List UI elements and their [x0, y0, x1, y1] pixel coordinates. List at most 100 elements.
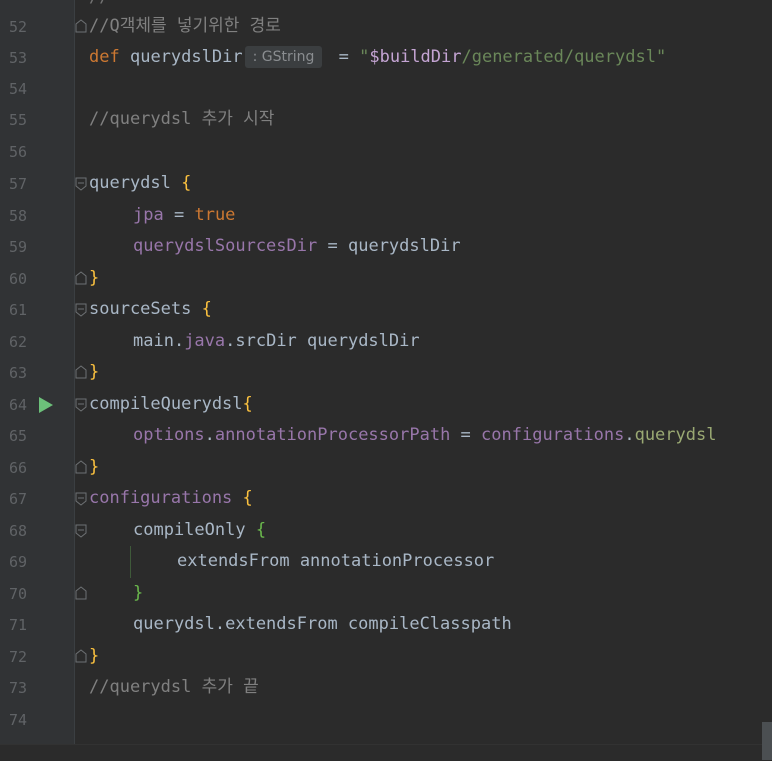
- line-number: 66: [8, 459, 27, 477]
- identifier: querydslDir: [129, 47, 243, 67]
- code-comment: //Q객체를 넣기위한 경로: [89, 16, 281, 36]
- dot: .: [624, 425, 635, 445]
- code-line-64[interactable]: 64 compileQuerydsl{: [0, 389, 772, 420]
- dot: .: [204, 425, 215, 445]
- keyword-true: true: [194, 205, 236, 225]
- property: configurations: [89, 488, 233, 508]
- identifier: sourceSets: [89, 299, 192, 319]
- line-number: 57: [8, 175, 27, 193]
- brace-close: }: [89, 646, 100, 666]
- line-number: 54: [8, 80, 27, 98]
- brace-open: {: [201, 299, 212, 319]
- code-line-71[interactable]: 71 querydsl.extendsFrom compileClasspath: [0, 609, 772, 640]
- string-variable: $buildDir: [369, 47, 462, 67]
- brace-close: }: [89, 362, 100, 382]
- code-line-68[interactable]: 68 compileOnly {: [0, 515, 772, 546]
- property: java: [184, 331, 226, 351]
- property: options: [133, 425, 205, 445]
- line-number: 61: [8, 301, 27, 319]
- line-number: 65: [8, 427, 27, 445]
- line-number: 68: [8, 522, 27, 540]
- identifier: querydslDir: [347, 236, 461, 256]
- line-number: 62: [8, 333, 27, 351]
- code-line-67[interactable]: 67 configurations {: [0, 483, 772, 514]
- code-text: sourceSets {: [89, 294, 212, 325]
- code-line-52[interactable]: 52 //Q객체를 넣기위한 경로: [0, 11, 772, 42]
- code-text: jpa = true: [133, 200, 235, 231]
- code-line-54[interactable]: 54: [0, 73, 772, 104]
- line-number: 74: [8, 711, 27, 729]
- vertical-scrollbar[interactable]: [762, 722, 772, 760]
- code-editor[interactable]: // 52 //Q객체를 넣기위한 경로 53 def querydslDir:…: [0, 0, 772, 761]
- code-line-55[interactable]: 55 //querydsl 추가 시작: [0, 104, 772, 135]
- brace-close: }: [89, 457, 100, 477]
- code-line-73[interactable]: 73 //querydsl 추가 끝: [0, 672, 772, 703]
- property: annotationProcessorPath: [214, 425, 451, 445]
- identifier: compileQuerydsl: [89, 394, 243, 414]
- code-comment: //querydsl 추가 끝: [89, 677, 259, 697]
- fold-end-icon[interactable]: [75, 460, 87, 474]
- fold-start-icon[interactable]: [75, 177, 87, 191]
- fold-start-icon[interactable]: [75, 398, 87, 412]
- operator: =: [327, 236, 338, 256]
- line-number: 52: [8, 18, 27, 36]
- fold-end-icon[interactable]: [75, 365, 87, 379]
- brace-open: {: [255, 520, 267, 540]
- string-quote-close: ": [655, 47, 667, 67]
- code-text: querydslSourcesDir = querydslDir: [133, 231, 461, 262]
- identifier: compileOnly: [133, 520, 246, 540]
- code-line-74[interactable]: 74: [0, 704, 772, 735]
- code-line-66[interactable]: 66 }: [0, 452, 772, 483]
- code-line-69[interactable]: 69 extendsFrom annotationProcessor: [0, 546, 772, 577]
- code-line-56[interactable]: 56: [0, 136, 772, 167]
- code-text: configurations {: [89, 483, 253, 514]
- code-text: options.annotationProcessorPath = config…: [133, 420, 716, 451]
- identifier: main.: [133, 331, 185, 351]
- operator: =: [338, 47, 349, 67]
- line-number: 59: [8, 238, 27, 256]
- brace-close: }: [133, 583, 144, 603]
- code-line-53[interactable]: 53 def querydslDir: GString = "$buildDir…: [0, 42, 772, 73]
- line-number: 70: [8, 585, 27, 603]
- line-number: 53: [8, 49, 27, 67]
- brace-close: }: [89, 268, 100, 288]
- code-line-57[interactable]: 57 querydsl {: [0, 168, 772, 199]
- fold-start-icon[interactable]: [75, 524, 87, 538]
- code-line-58[interactable]: 58 jpa = true: [0, 200, 772, 231]
- code-line-62[interactable]: 62 main.java.srcDir querydslDir: [0, 326, 772, 357]
- code-text: def querydslDir: GString = "$buildDir/ge…: [89, 42, 666, 73]
- code-line-72[interactable]: 72 }: [0, 641, 772, 672]
- run-gutter-icon[interactable]: [38, 396, 54, 414]
- code-line-60[interactable]: 60 }: [0, 263, 772, 294]
- property: querydslSourcesDir: [133, 236, 318, 256]
- brace-open: {: [181, 173, 192, 193]
- line-number: 58: [8, 207, 27, 225]
- identifier: .srcDir querydslDir: [225, 331, 420, 351]
- code-text: main.java.srcDir querydslDir: [133, 326, 420, 357]
- fold-end-icon[interactable]: [75, 649, 87, 663]
- type-hint: : GString: [244, 46, 323, 68]
- fold-end-icon[interactable]: [75, 271, 87, 285]
- line-number: 69: [8, 553, 27, 571]
- code-text: querydsl {: [89, 168, 191, 199]
- code-line-59[interactable]: 59 querydslSourcesDir = querydslDir: [0, 231, 772, 262]
- line-number: 64: [8, 396, 27, 414]
- fold-end-icon[interactable]: [75, 586, 87, 600]
- code-text: extendsFrom annotationProcessor: [177, 551, 495, 571]
- code-line-61[interactable]: 61 sourceSets {: [0, 294, 772, 325]
- code-line-63[interactable]: 63 }: [0, 357, 772, 388]
- fold-end-icon[interactable]: [75, 19, 87, 33]
- line-number: 60: [8, 270, 27, 288]
- code-text: compileOnly {: [133, 515, 266, 546]
- line-number: 56: [8, 143, 27, 161]
- code-line-70[interactable]: 70 }: [0, 578, 772, 609]
- operator: =: [450, 425, 482, 445]
- fold-start-icon[interactable]: [75, 303, 87, 317]
- line-number: 73: [8, 679, 27, 697]
- code-line-65[interactable]: 65 options.annotationProcessorPath = con…: [0, 420, 772, 451]
- code-text: querydsl.extendsFrom compileClasspath: [133, 614, 512, 634]
- fold-start-icon[interactable]: [75, 492, 87, 506]
- property: querydsl: [634, 425, 717, 445]
- operator: =: [173, 205, 185, 225]
- line-number: 67: [8, 490, 27, 508]
